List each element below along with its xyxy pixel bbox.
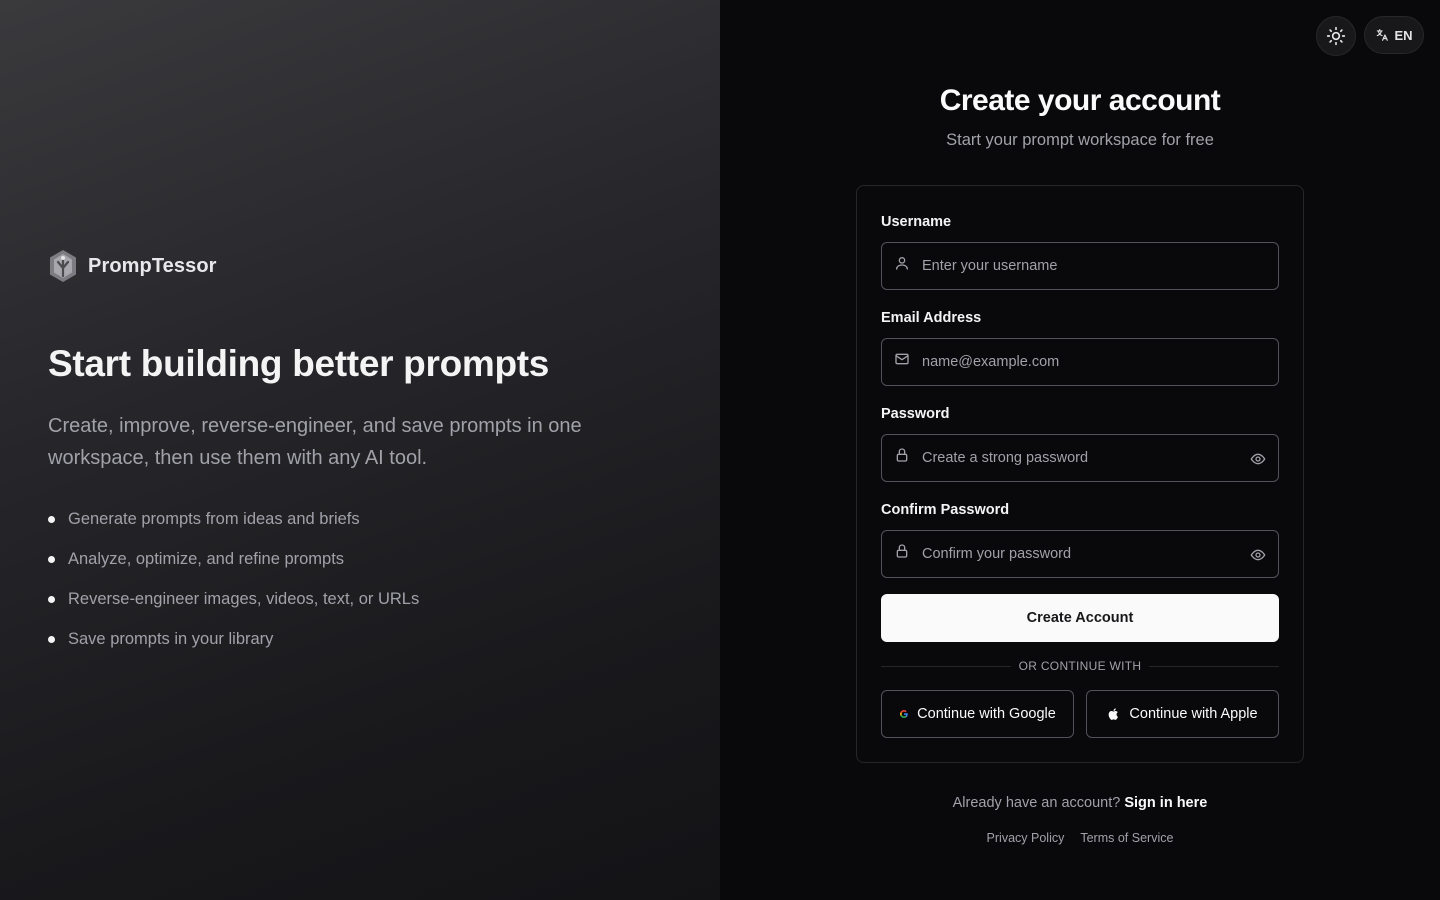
username-input[interactable] [882,243,1278,289]
mail-icon [895,353,909,365]
password-field[interactable] [881,434,1279,482]
legal-links: Privacy Policy Terms of Service [720,831,1440,845]
form-subtitle: Start your prompt workspace for free [946,131,1214,149]
divider-text: OR CONTINUE WITH [1018,659,1142,673]
privacy-policy-link[interactable]: Privacy Policy [987,831,1065,845]
signup-form-card: Username Email Address Password Confirm … [856,185,1304,763]
password-label: Password [881,406,950,422]
username-field[interactable] [881,242,1279,290]
create-account-button[interactable]: Create Account [881,594,1279,642]
divider-line [881,665,1011,667]
signin-prompt: Already have an account? Sign in here [720,795,1440,811]
terms-of-service-link[interactable]: Terms of Service [1080,831,1173,845]
user-icon [896,257,908,270]
bullet-icon [48,595,55,603]
feature-text: Generate prompts from ideas and briefs [68,509,360,528]
language-selector-button[interactable]: EN [1364,16,1424,54]
eye-icon[interactable] [1250,451,1266,467]
signin-link[interactable]: Sign in here [1124,795,1207,811]
bullet-icon [48,635,55,643]
feature-text: Analyze, optimize, and refine prompts [68,549,345,568]
feature-text: Reverse-engineer images, videos, text, o… [68,589,420,608]
google-icon [900,710,908,718]
password-input[interactable] [882,435,1278,481]
language-label: EN [1394,27,1413,43]
feature-item: Generate prompts from ideas and briefs [48,505,419,533]
divider-line [1149,665,1280,667]
hero-description: Create, improve, reverse-engineer, and s… [48,415,582,469]
apple-button-label: Continue with Apple [1129,706,1258,722]
brand-name: PrompTessor [88,254,217,277]
eye-icon[interactable] [1250,547,1266,563]
google-signin-button[interactable]: Continue with Google [881,690,1074,738]
feature-item: Reverse-engineer images, videos, text, o… [48,585,419,613]
hero-title: Start building better prompts [48,343,550,384]
feature-list: Generate prompts from ideas and briefs A… [48,505,419,665]
email-field[interactable] [881,338,1279,386]
form-title: Create your account [939,84,1221,117]
google-button-label: Continue with Google [917,706,1056,722]
sun-icon [1326,26,1346,46]
brand-logo-icon [50,250,76,282]
feature-item: Save prompts in your library [48,625,419,653]
confirm-password-field[interactable] [881,530,1279,578]
lock-icon [896,448,908,462]
feature-text: Save prompts in your library [68,629,274,648]
bullet-icon [48,515,55,523]
apple-icon [1109,708,1119,720]
email-input[interactable] [882,339,1278,385]
brand[interactable]: PrompTessor [48,249,217,283]
hero-panel: PrompTessor Start building better prompt… [0,0,720,900]
feature-item: Analyze, optimize, and refine prompts [48,545,419,573]
theme-toggle-button[interactable] [1316,16,1356,56]
confirm-password-input[interactable] [882,531,1278,577]
apple-signin-button[interactable]: Continue with Apple [1086,690,1279,738]
translate-icon [1377,29,1389,41]
confirm-password-label: Confirm Password [881,502,1010,518]
divider: OR CONTINUE WITH [881,658,1280,674]
username-label: Username [881,214,952,230]
email-label: Email Address [881,310,982,326]
lock-icon [896,544,908,558]
bullet-icon [48,555,55,563]
signin-prompt-text: Already have an account? [952,795,1121,811]
